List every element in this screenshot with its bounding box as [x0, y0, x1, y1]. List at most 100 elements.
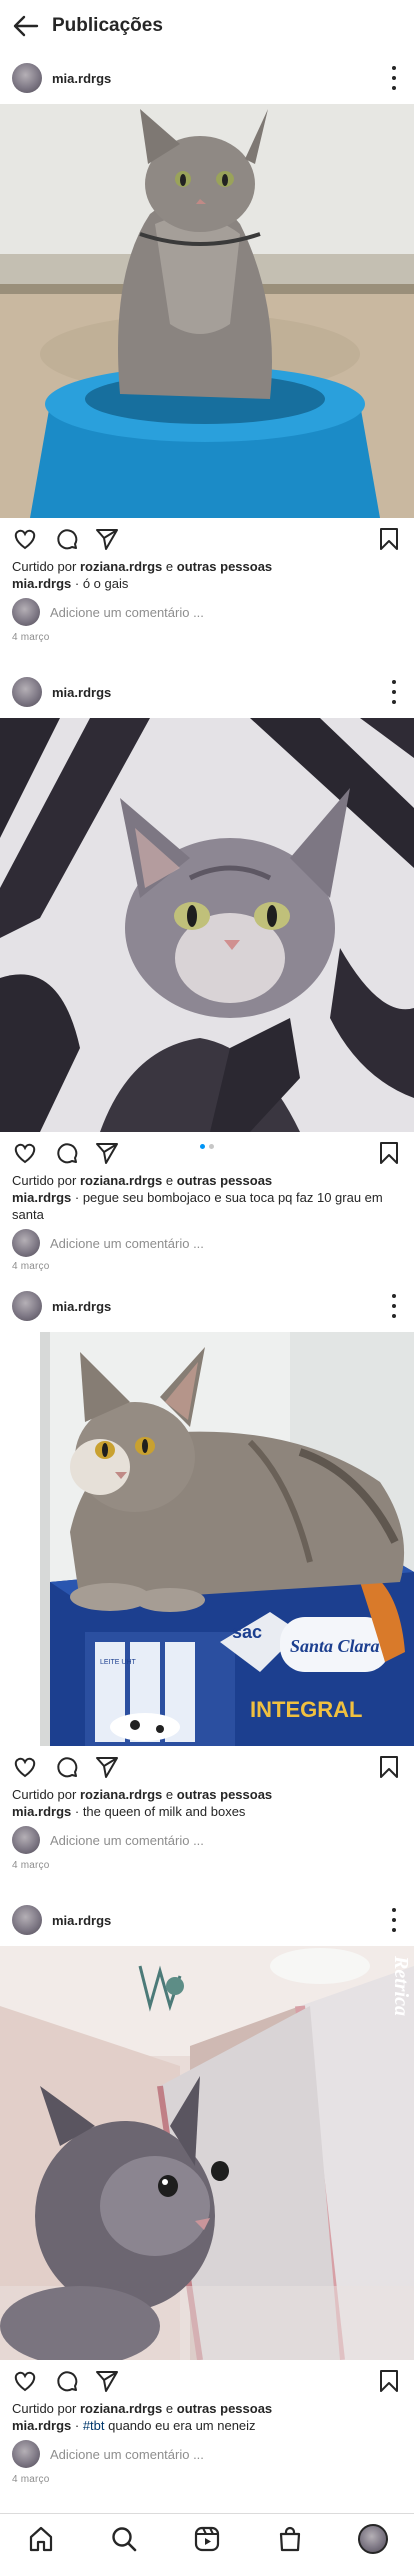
cat-on-blue-stool-photo	[0, 104, 414, 518]
likes-line: Curtido por roziana.rdrgs e outras pesso…	[12, 2401, 273, 2416]
search-icon	[112, 2527, 137, 2552]
post-actions	[0, 518, 414, 558]
bookmark-icon[interactable]	[376, 1140, 402, 1166]
cat-on-milk-box-photo: sac Santa Clara INTEGRAL LEITE UHT	[0, 1332, 414, 1746]
comment-row: Adicione um comentário ...	[0, 2434, 414, 2470]
bookmark-icon[interactable]	[376, 2368, 402, 2394]
nav-home[interactable]	[24, 2522, 58, 2556]
share-icon[interactable]	[94, 526, 120, 552]
comment-row: Adicione um comentário ...	[0, 1820, 414, 1856]
carousel-dot	[209, 1144, 214, 1149]
caption-username[interactable]: mia.rdrgs	[12, 2418, 71, 2433]
retrica-watermark: Retrica	[390, 1955, 412, 2016]
post-actions	[0, 1746, 414, 1786]
liked-by-user[interactable]: roziana.rdrgs	[80, 1173, 162, 1188]
post-username[interactable]: mia.rdrgs	[52, 685, 111, 700]
more-options-button[interactable]	[388, 1908, 400, 1932]
comment-row: Adicione um comentário ...	[0, 1223, 414, 1259]
comment-input[interactable]: Adicione um comentário ...	[50, 1236, 204, 1251]
back-button[interactable]	[0, 0, 52, 52]
liked-by-others[interactable]: outras pessoas	[177, 1787, 272, 1802]
post-photo[interactable]	[0, 718, 414, 1132]
post: mia.rdrgs Retrica Curtido por roziana.rd…	[0, 1894, 414, 2489]
heart-icon[interactable]	[12, 1754, 38, 1780]
more-options-button[interactable]	[388, 66, 400, 90]
post-date: 4 março	[12, 2474, 50, 2485]
more-options-button[interactable]	[388, 1294, 400, 1318]
avatar[interactable]	[12, 677, 42, 707]
avatar[interactable]	[12, 1905, 42, 1935]
caption: mia.rdrgs · #tbt quando eu era um neneiz	[12, 2418, 256, 2433]
nav-profile[interactable]	[356, 2522, 390, 2556]
share-icon[interactable]	[94, 1754, 120, 1780]
nav-shop[interactable]	[273, 2522, 307, 2556]
comment-row: Adicione um comentário ...	[0, 592, 414, 628]
post-username[interactable]: mia.rdrgs	[52, 71, 111, 86]
likes-line: Curtido por roziana.rdrgs e outras pesso…	[12, 1787, 273, 1802]
bottom-nav	[0, 2513, 414, 2564]
liked-by-user[interactable]: roziana.rdrgs	[80, 559, 162, 574]
box-brand-text: Santa Clara	[290, 1636, 380, 1656]
bookmark-icon[interactable]	[376, 1754, 402, 1780]
caption: mia.rdrgs · ó o gais	[12, 576, 129, 591]
liked-by-user[interactable]: roziana.rdrgs	[80, 2401, 162, 2416]
post-username[interactable]: mia.rdrgs	[52, 1913, 111, 1928]
page-title: Publicações	[52, 15, 163, 36]
heart-icon[interactable]	[12, 526, 38, 552]
caption: mia.rdrgs · pegue seu bombojaco e sua to…	[12, 1190, 383, 1222]
box-leite-text: LEITE UHT	[100, 1659, 137, 1666]
comment-input[interactable]: Adicione um comentário ...	[50, 2447, 204, 2462]
comment-icon[interactable]	[54, 1754, 80, 1780]
avatar[interactable]	[12, 63, 42, 93]
avatar	[12, 2440, 40, 2468]
home-icon	[30, 2526, 53, 2552]
carousel-indicator	[0, 1144, 414, 1149]
profile-avatar-icon	[357, 2524, 388, 2554]
nav-reels[interactable]	[190, 2522, 224, 2556]
comment-icon[interactable]	[54, 2368, 80, 2394]
share-icon[interactable]	[94, 2368, 120, 2394]
post-photo[interactable]: sac Santa Clara INTEGRAL LEITE UHT	[0, 1332, 414, 1746]
post-date: 4 março	[12, 1261, 50, 1272]
liked-by-user[interactable]: roziana.rdrgs	[80, 1787, 162, 1802]
kitten-in-mirror-photo: Retrica	[0, 1946, 414, 2360]
arrow-left-icon	[13, 15, 39, 37]
post-header: mia.rdrgs	[0, 52, 414, 104]
avatar	[12, 598, 40, 626]
post-photo[interactable]: Retrica	[0, 1946, 414, 2360]
comment-input[interactable]: Adicione um comentário ...	[50, 605, 204, 620]
post-header: mia.rdrgs	[0, 1280, 414, 1332]
post-date: 4 março	[12, 1860, 50, 1871]
nav-search[interactable]	[107, 2522, 141, 2556]
box-sac-text: sac	[232, 1622, 262, 1642]
post-photo[interactable]	[0, 104, 414, 518]
carousel-dot-active	[200, 1144, 205, 1149]
likes-line: Curtido por roziana.rdrgs e outras pesso…	[12, 1173, 273, 1188]
avatar[interactable]	[12, 1291, 42, 1321]
avatar	[12, 1229, 40, 1257]
bookmark-icon[interactable]	[376, 526, 402, 552]
post-actions	[0, 1132, 414, 1172]
reels-icon	[194, 2526, 220, 2552]
caption-username[interactable]: mia.rdrgs	[12, 576, 71, 591]
hashtag-link[interactable]: #tbt	[83, 2418, 105, 2433]
comment-icon[interactable]	[54, 526, 80, 552]
post: mia.rdrgs Curtido por roziana.rdrgs e ou…	[0, 52, 414, 647]
shop-icon	[279, 2526, 300, 2552]
caption-username[interactable]: mia.rdrgs	[12, 1804, 71, 1819]
post-header: mia.rdrgs	[0, 666, 414, 718]
avatar	[12, 1826, 40, 1854]
liked-by-others[interactable]: outras pessoas	[177, 2401, 272, 2416]
post-username[interactable]: mia.rdrgs	[52, 1299, 111, 1314]
cat-in-zebra-blanket-photo	[0, 718, 414, 1132]
post-actions	[0, 2360, 414, 2400]
caption-username[interactable]: mia.rdrgs	[12, 1190, 71, 1205]
liked-by-others[interactable]: outras pessoas	[177, 559, 272, 574]
more-options-button[interactable]	[388, 680, 400, 704]
liked-by-others[interactable]: outras pessoas	[177, 1173, 272, 1188]
app-header: Publicações	[0, 0, 414, 52]
post: mia.rdrgs sac Santa Clara INTEGRAL LEITE…	[0, 1280, 414, 1875]
comment-input[interactable]: Adicione um comentário ...	[50, 1833, 204, 1848]
heart-icon[interactable]	[12, 2368, 38, 2394]
post: mia.rdrgs Curtido por roziana.rdrgs e ou…	[0, 666, 414, 1273]
